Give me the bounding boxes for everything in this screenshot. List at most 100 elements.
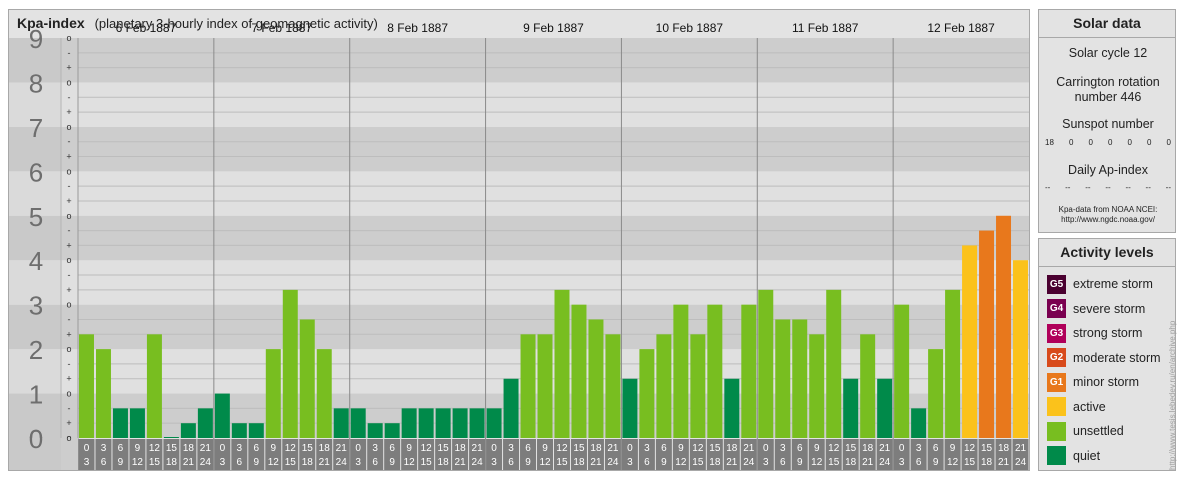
interval-end-label: 3 bbox=[491, 457, 497, 468]
interval-start-label: 3 bbox=[780, 443, 786, 454]
kp-bar bbox=[197, 408, 213, 438]
interval-end-label: 18 bbox=[845, 457, 857, 468]
ap-value: -- bbox=[1125, 183, 1131, 192]
interval-start-label: 9 bbox=[814, 443, 820, 454]
kp-bar bbox=[452, 408, 468, 438]
interval-start-label: 3 bbox=[237, 443, 243, 454]
sub-tick-label: + bbox=[66, 107, 71, 117]
kp-bar bbox=[79, 334, 94, 438]
interval-start-label: 18 bbox=[455, 443, 467, 454]
sub-tick-label: + bbox=[66, 152, 71, 162]
kp-bar bbox=[724, 378, 740, 438]
interval-end-label: 9 bbox=[118, 457, 124, 468]
interval-start-label: 9 bbox=[135, 443, 141, 454]
interval-end-label: 18 bbox=[709, 457, 721, 468]
legend-swatch: G3 bbox=[1047, 323, 1066, 343]
kpa-chart-panel: 0123456789o+-o+-o+-o+-o+-o+-o+-o+-o+-o6 … bbox=[8, 9, 1030, 471]
y-tick-label: 1 bbox=[29, 380, 43, 410]
sub-tick-label: o bbox=[66, 33, 71, 43]
interval-start-label: 0 bbox=[491, 443, 497, 454]
kp-bar bbox=[554, 289, 570, 438]
kp-bar bbox=[112, 408, 128, 438]
ap-value: -- bbox=[1045, 183, 1051, 192]
kp-bar bbox=[333, 408, 349, 438]
sub-tick-label: - bbox=[68, 181, 71, 191]
legend-item: quiet bbox=[1047, 446, 1100, 466]
interval-start-label: 21 bbox=[472, 443, 484, 454]
interval-start-label: 12 bbox=[828, 443, 840, 454]
interval-start-label: 12 bbox=[964, 443, 976, 454]
interval-end-label: 18 bbox=[302, 457, 314, 468]
kp-bar bbox=[231, 423, 247, 438]
interval-start-label: 9 bbox=[542, 443, 548, 454]
kp-bar bbox=[401, 408, 417, 438]
kp-bar bbox=[639, 349, 655, 438]
sub-tick-label: + bbox=[66, 240, 71, 250]
interval-end-label: 21 bbox=[455, 457, 467, 468]
interval-start-label: 3 bbox=[508, 443, 514, 454]
sub-tick-label: - bbox=[68, 226, 71, 236]
interval-start-label: 0 bbox=[84, 443, 90, 454]
sunspot-value: 18 bbox=[1045, 138, 1054, 147]
interval-start-label: 21 bbox=[743, 443, 755, 454]
interval-end-label: 24 bbox=[743, 457, 755, 468]
kp-bar bbox=[792, 319, 808, 438]
interval-start-label: 15 bbox=[166, 443, 178, 454]
plot-band bbox=[61, 82, 1029, 127]
kp-bar bbox=[248, 423, 264, 438]
legend-label: strong storm bbox=[1073, 326, 1143, 340]
interval-end-label: 15 bbox=[556, 457, 568, 468]
sub-tick-label: + bbox=[66, 285, 71, 295]
interval-start-label: 12 bbox=[421, 443, 433, 454]
legend-swatch: G5 bbox=[1047, 274, 1066, 294]
kp-bar bbox=[860, 334, 876, 438]
interval-start-label: 9 bbox=[271, 443, 277, 454]
interval-end-label: 6 bbox=[508, 457, 514, 468]
interval-end-label: 3 bbox=[84, 457, 90, 468]
interval-start-label: 12 bbox=[149, 443, 161, 454]
interval-end-label: 6 bbox=[644, 457, 650, 468]
kp-bar bbox=[843, 378, 859, 438]
solar-data-heading: Solar data bbox=[1039, 10, 1175, 38]
daily-ap-heading: Daily Ap-index bbox=[1068, 163, 1148, 177]
legend-label: unsettled bbox=[1073, 424, 1124, 438]
interval-start-label: 12 bbox=[556, 443, 568, 454]
interval-end-label: 21 bbox=[726, 457, 738, 468]
kp-bar bbox=[367, 423, 383, 438]
kp-bar bbox=[418, 408, 434, 438]
sub-tick-label: o bbox=[66, 166, 71, 176]
sub-tick-label: - bbox=[68, 92, 71, 102]
interval-start-label: 21 bbox=[200, 443, 212, 454]
sub-tick-label: o bbox=[66, 389, 71, 399]
interval-end-label: 21 bbox=[862, 457, 874, 468]
data-source-label: Kpa-data from NOAA NCEI: bbox=[1058, 205, 1158, 214]
interval-start-label: 6 bbox=[389, 443, 395, 454]
y-tick-label: 8 bbox=[29, 68, 43, 98]
interval-end-label: 12 bbox=[947, 457, 959, 468]
sunspot-value: 0 bbox=[1068, 138, 1074, 147]
kp-bar bbox=[503, 378, 519, 438]
interval-start-label: 21 bbox=[336, 443, 348, 454]
interval-start-label: 18 bbox=[998, 443, 1010, 454]
kp-bar bbox=[282, 289, 298, 438]
kp-bar bbox=[571, 304, 587, 438]
day-label: 11 Feb 1887 bbox=[792, 21, 859, 35]
ap-value: -- bbox=[1145, 183, 1151, 192]
carrington-rotation-number: number 446 bbox=[1074, 90, 1142, 104]
y-tick-label: 2 bbox=[29, 335, 43, 365]
interval-end-label: 21 bbox=[590, 457, 602, 468]
kp-bar bbox=[826, 289, 842, 438]
interval-end-label: 9 bbox=[389, 457, 395, 468]
interval-end-label: 15 bbox=[285, 457, 297, 468]
kp-bar bbox=[945, 289, 961, 438]
sunspot-value: 0 bbox=[1088, 138, 1093, 147]
sunspot-values: 18 0 0 0 0 0 0 bbox=[1045, 138, 1171, 147]
legend-label: minor storm bbox=[1073, 375, 1139, 389]
interval-start-label: 6 bbox=[661, 443, 667, 454]
interval-end-label: 18 bbox=[438, 457, 450, 468]
sunspot-number-heading: Sunspot number bbox=[1062, 117, 1154, 131]
ap-value: -- bbox=[1105, 183, 1111, 192]
kp-bar bbox=[1013, 260, 1028, 438]
sub-tick-label: o bbox=[66, 122, 71, 132]
legend-item: G4 severe storm bbox=[1047, 299, 1145, 319]
